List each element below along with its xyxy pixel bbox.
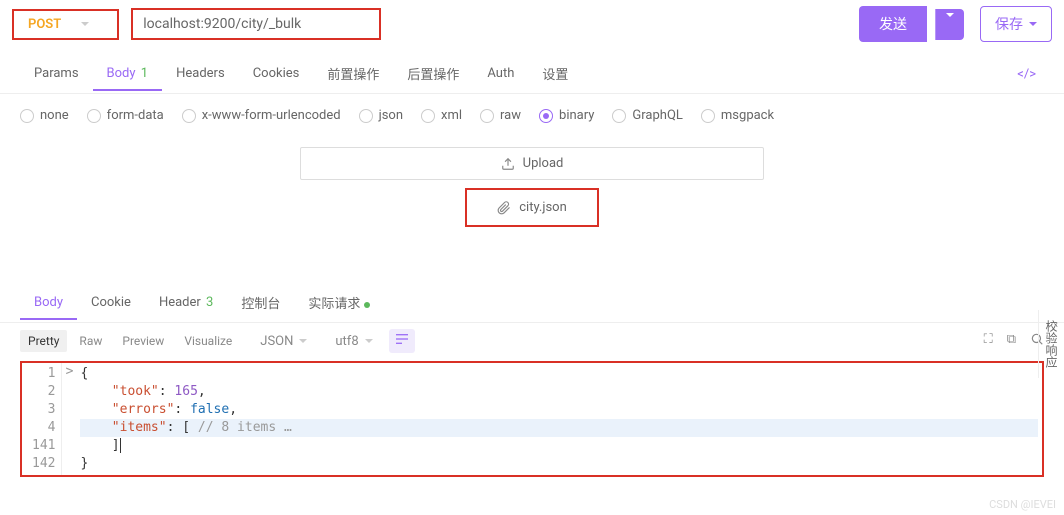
chevron-down-icon [1029, 22, 1037, 26]
request-tabs: Params Body 1 Headers Cookies 前置操作 后置操作 … [0, 48, 1064, 94]
dot-icon [364, 302, 370, 308]
tab-body[interactable]: Body 1 [93, 58, 163, 91]
chevron-down-icon [299, 339, 307, 343]
code-line: ] [80, 437, 1038, 455]
watermark: CSDN @IEVEI [989, 498, 1056, 511]
code-line: "errors": false, [80, 401, 1038, 419]
expand-icon[interactable]: ⛶ [984, 332, 993, 350]
upload-button[interactable]: Upload [300, 147, 765, 180]
tab-pre[interactable]: 前置操作 [313, 56, 393, 93]
rtab-cookie[interactable]: Cookie [77, 287, 145, 320]
tab-body-label: Body [107, 66, 136, 81]
save-label: 保存 [995, 14, 1023, 34]
body-type-formdata[interactable]: form-data [87, 108, 164, 123]
view-raw[interactable]: Raw [71, 330, 110, 352]
send-dropdown[interactable] [935, 9, 964, 40]
send-button[interactable]: 发送 [859, 6, 927, 42]
encoding-select[interactable]: utf8 [327, 330, 380, 353]
copy-icon[interactable]: ⧉ [1007, 332, 1016, 350]
upload-area: Upload city.json [0, 137, 1064, 247]
rtab-header-label: Header [159, 295, 201, 310]
upload-icon [501, 157, 515, 171]
tab-headers[interactable]: Headers [162, 58, 239, 91]
code-line: { [80, 365, 1038, 383]
line-gutter: 1 2 3 4 141 142 [22, 363, 62, 475]
request-bar: POST localhost:9200/city/_bulk 发送 保存 [0, 0, 1064, 48]
tab-auth[interactable]: Auth [473, 58, 528, 91]
tab-post[interactable]: 后置操作 [393, 56, 473, 93]
method-select[interactable]: POST [12, 9, 119, 40]
rtab-body[interactable]: Body [20, 287, 77, 320]
radio-icon [480, 109, 494, 123]
radio-icon [612, 109, 626, 123]
body-type-row: none form-data x-www-form-urlencoded jso… [0, 94, 1064, 137]
code-lines: { "took": 165, "errors": false, "items":… [76, 363, 1042, 475]
body-type-raw[interactable]: raw [480, 108, 521, 123]
rtab-console[interactable]: 控制台 [227, 285, 294, 322]
attachment-icon [497, 201, 511, 215]
tab-cookies[interactable]: Cookies [239, 58, 314, 91]
response-code-box: 1 2 3 4 141 142 > { "took": 165, "errors… [20, 361, 1044, 477]
body-type-urlencoded[interactable]: x-www-form-urlencoded [182, 108, 341, 123]
radio-icon [87, 109, 101, 123]
radio-icon [182, 109, 196, 123]
body-type-graphql[interactable]: GraphQL [612, 108, 682, 123]
code-view[interactable]: 1 2 3 4 141 142 > { "took": 165, "errors… [22, 363, 1042, 475]
tab-params[interactable]: Params [20, 58, 93, 91]
body-type-binary[interactable]: binary [539, 108, 594, 123]
file-chip[interactable]: city.json [465, 188, 599, 227]
body-type-msgpack[interactable]: msgpack [701, 108, 774, 123]
body-type-json[interactable]: json [359, 108, 403, 123]
body-type-xml[interactable]: xml [421, 108, 462, 123]
radio-icon [20, 109, 34, 123]
tab-settings[interactable]: 设置 [528, 56, 582, 93]
radio-icon [539, 109, 553, 123]
body-type-none[interactable]: none [20, 108, 69, 123]
code-line: } [80, 455, 1038, 473]
view-actions: ⛶ ⧉ [984, 332, 1044, 350]
save-button[interactable]: 保存 [980, 6, 1052, 42]
rtab-header[interactable]: Header 3 [145, 287, 227, 320]
encoding-label: utf8 [335, 334, 358, 349]
rtab-actual[interactable]: 实际请求 [294, 285, 384, 322]
chevron-down-icon [81, 22, 89, 26]
file-name: city.json [519, 200, 567, 215]
radio-icon [421, 109, 435, 123]
code-line: "took": 165, [80, 383, 1038, 401]
format-select[interactable]: JSON [252, 330, 315, 353]
tab-body-badge: 1 [141, 66, 148, 81]
url-input[interactable]: localhost:9200/city/_bulk [131, 8, 381, 40]
radio-icon [701, 109, 715, 123]
format-label: JSON [260, 334, 293, 349]
radio-icon [359, 109, 373, 123]
upload-label: Upload [523, 156, 564, 171]
side-panel-validate[interactable]: 校验响应 [1038, 310, 1064, 378]
wrap-icon[interactable] [389, 329, 415, 353]
rtab-header-badge: 3 [206, 295, 213, 310]
response-tabs: Body Cookie Header 3 控制台 实际请求 [0, 277, 1064, 323]
view-pretty[interactable]: Pretty [20, 330, 67, 352]
chevron-down-icon [365, 339, 373, 343]
view-preview[interactable]: Preview [114, 330, 172, 352]
fold-column: > [62, 363, 76, 475]
fold-toggle[interactable]: > [62, 363, 76, 381]
chevron-down-icon [946, 13, 954, 32]
code-icon[interactable]: </> [1009, 63, 1044, 86]
rtab-actual-label: 实际请求 [308, 297, 360, 312]
view-row: Pretty Raw Preview Visualize JSON utf8 ⛶… [0, 323, 1064, 359]
code-line: "items": [ // 8 items … [80, 419, 1038, 437]
view-visualize[interactable]: Visualize [176, 330, 240, 352]
method-label: POST [28, 17, 61, 32]
